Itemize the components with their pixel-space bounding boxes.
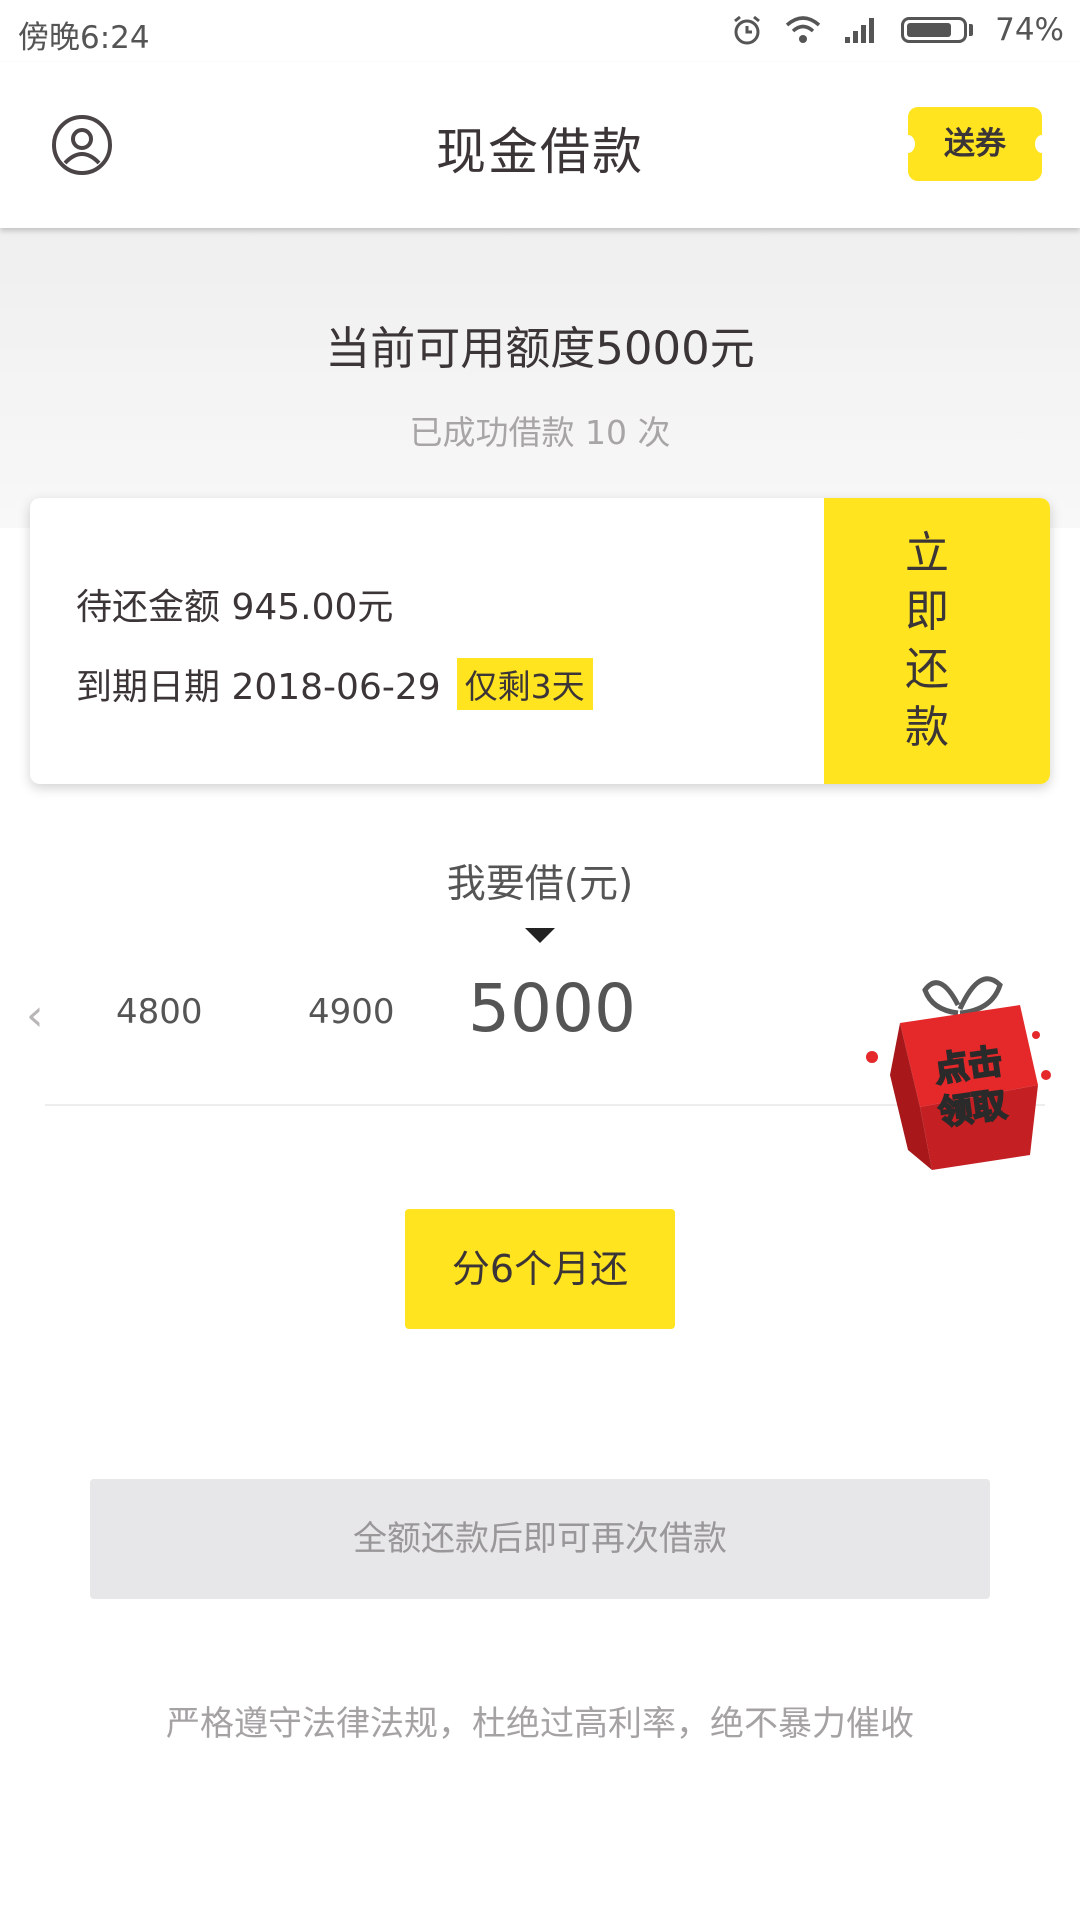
signal-icon: [845, 18, 875, 43]
battery-tip: [969, 24, 974, 36]
selector-pointer-icon: [525, 928, 555, 943]
gift-box-icon[interactable]: 点击 领取: [860, 965, 1060, 1175]
borrow-again-button[interactable]: 全额还款后即可再次借款: [90, 1479, 990, 1599]
installment-button[interactable]: 分6个月还: [405, 1209, 675, 1329]
compliance-note: 严格遵守法律法规，杜绝过高利率，绝不暴力催收: [166, 1704, 914, 1744]
status-bar: 傍晚6:24 74%: [0, 0, 1080, 62]
wifi-icon: [785, 16, 821, 43]
scroll-left-icon[interactable]: ‹: [26, 990, 44, 1041]
repay-now-button[interactable]: 立即还款: [824, 498, 1050, 784]
repayment-card: 待还金额 945.00元 到期日期 2018-06-29 仅剩3天 立即还款: [30, 498, 1050, 784]
amount-option[interactable]: 4800: [116, 992, 203, 1032]
due-date-row: 到期日期 2018-06-29 仅剩3天: [76, 658, 593, 710]
status-time: 傍晚6:24: [18, 20, 150, 56]
battery-icon: [901, 17, 968, 43]
credit-summary: 当前可用额度5000元 已成功借款 10 次: [0, 228, 1080, 528]
app-header: 现金借款 送券: [0, 62, 1080, 228]
battery-level: 74%: [995, 12, 1064, 48]
days-left-badge: 仅剩3天: [456, 658, 593, 710]
borrow-count: 已成功借款 10 次: [409, 413, 671, 452]
repayment-amount: 待还金额 945.00元: [76, 587, 394, 628]
selected-amount[interactable]: 5000: [468, 970, 636, 1047]
due-date: 到期日期 2018-06-29: [76, 667, 441, 708]
available-credit: 当前可用额度5000元: [325, 322, 755, 375]
repay-now-label: 立即还款: [905, 528, 969, 753]
amount-option[interactable]: 4900: [308, 992, 395, 1032]
status-icons: 74%: [731, 12, 1064, 48]
coupon-button[interactable]: 送券: [901, 107, 1049, 181]
alarm-icon: [734, 15, 761, 45]
borrow-amount-label: 我要借(元): [446, 862, 634, 907]
